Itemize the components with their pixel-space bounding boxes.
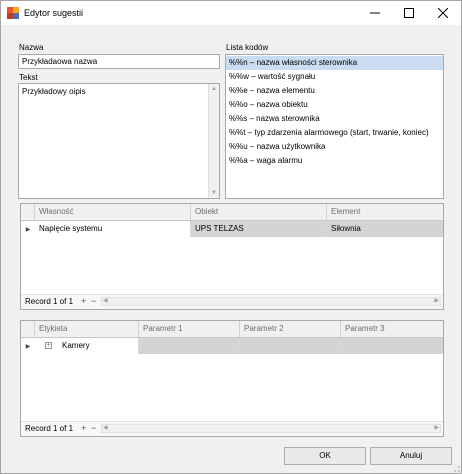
ok-button[interactable]: OK: [284, 447, 366, 465]
table-cell[interactable]: + Kamery: [35, 338, 139, 354]
dialog-window: Edytor sugestii Nazwa Przykładaowa nazwa…: [0, 0, 462, 474]
close-icon: [438, 8, 448, 18]
close-button[interactable]: [428, 1, 458, 25]
list-item[interactable]: %%e – nazwa elementu: [226, 84, 443, 98]
list-item[interactable]: %%o – nazwa obiektu: [226, 98, 443, 112]
table-cell[interactable]: [139, 338, 240, 354]
name-input[interactable]: Przykładaowa nazwa: [18, 54, 220, 69]
text-area[interactable]: Przykładowy oipis ▲ ▼: [18, 83, 220, 199]
window-title: Edytor sugestii: [24, 8, 84, 18]
table-cell[interactable]: [240, 338, 341, 354]
add-record-icon[interactable]: +: [81, 423, 86, 433]
column-header-element[interactable]: Element: [327, 204, 443, 220]
row-pointer-icon: ▶: [25, 343, 31, 350]
expand-icon[interactable]: +: [45, 342, 52, 349]
row-indicator-header: [21, 204, 35, 220]
row-indicator-header: [21, 321, 35, 337]
row-pointer-icon: ▶: [25, 226, 31, 233]
grid-navigator: Record 1 of 1 + − ◀ ▶: [21, 421, 443, 436]
scroll-right-icon[interactable]: ▶: [434, 424, 439, 431]
list-item[interactable]: %%t – typ zdarzenia alarmowego (start, t…: [226, 126, 443, 140]
resize-grip-icon[interactable]: [452, 464, 460, 472]
text-label: Tekst: [19, 73, 38, 82]
grid-header: Własność Obiekt Element: [21, 204, 443, 221]
maximize-button[interactable]: [394, 1, 424, 25]
labels-grid: Etykieta Parametr 1 Parametr 2 Parametr …: [20, 320, 444, 437]
horizontal-scrollbar[interactable]: ◀ ▶: [101, 424, 441, 433]
minimize-icon: [370, 12, 380, 14]
table-cell[interactable]: UPS TELZAS: [191, 221, 327, 237]
maximize-icon: [404, 8, 414, 18]
codes-list[interactable]: %%n – nazwa własności sterownika %%w – w…: [225, 54, 444, 199]
table-row[interactable]: ▶ Napięcie systemu UPS TELZAS Siłownia: [21, 221, 443, 237]
text-area-scrollbar[interactable]: ▲ ▼: [208, 84, 219, 198]
list-item[interactable]: %%u – nazwa użytkownika: [226, 140, 443, 154]
column-header-obiekt[interactable]: Obiekt: [191, 204, 327, 220]
properties-grid: Własność Obiekt Element ▶ Napięcie syste…: [20, 203, 444, 310]
column-header-wlasnosc[interactable]: Własność: [35, 204, 191, 220]
record-counter: Record 1 of 1: [25, 297, 74, 306]
column-header-parametr-1[interactable]: Parametr 1: [139, 321, 240, 337]
text-area-content: Przykładowy oipis: [22, 87, 86, 96]
scroll-down-icon[interactable]: ▼: [209, 188, 219, 198]
name-label: Nazwa: [19, 43, 44, 52]
table-cell[interactable]: Napięcie systemu: [35, 221, 191, 237]
list-item[interactable]: %%n – nazwa własności sterownika: [226, 56, 443, 70]
scroll-up-icon[interactable]: ▲: [209, 84, 219, 94]
label-text: Kamery: [62, 341, 90, 350]
list-item[interactable]: %%a – waga alarmu: [226, 154, 443, 168]
add-record-icon[interactable]: +: [81, 296, 86, 306]
table-cell[interactable]: Siłownia: [327, 221, 443, 237]
scroll-right-icon[interactable]: ▶: [434, 297, 439, 304]
record-counter: Record 1 of 1: [25, 424, 74, 433]
scroll-left-icon[interactable]: ◀: [103, 424, 108, 431]
cancel-button[interactable]: Anuluj: [370, 447, 452, 465]
grid-header: Etykieta Parametr 1 Parametr 2 Parametr …: [21, 321, 443, 338]
app-logo-icon: [7, 7, 19, 19]
list-item[interactable]: %%w – wartość sygnału: [226, 70, 443, 84]
column-header-parametr-2[interactable]: Parametr 2: [240, 321, 341, 337]
title-bar: Edytor sugestii: [1, 1, 461, 25]
table-cell[interactable]: [341, 338, 443, 354]
horizontal-scrollbar[interactable]: ◀ ▶: [101, 297, 441, 306]
column-header-parametr-3[interactable]: Parametr 3: [341, 321, 443, 337]
column-header-etykieta[interactable]: Etykieta: [35, 321, 139, 337]
grid-navigator: Record 1 of 1 + − ◀ ▶: [21, 294, 443, 309]
remove-record-icon[interactable]: −: [91, 423, 96, 433]
scroll-left-icon[interactable]: ◀: [103, 297, 108, 304]
table-row[interactable]: ▶ + Kamery: [21, 338, 443, 354]
list-item[interactable]: %%s – nazwa sterownika: [226, 112, 443, 126]
codes-label: Lista kodów: [226, 43, 269, 52]
remove-record-icon[interactable]: −: [91, 296, 96, 306]
minimize-button[interactable]: [360, 1, 390, 25]
